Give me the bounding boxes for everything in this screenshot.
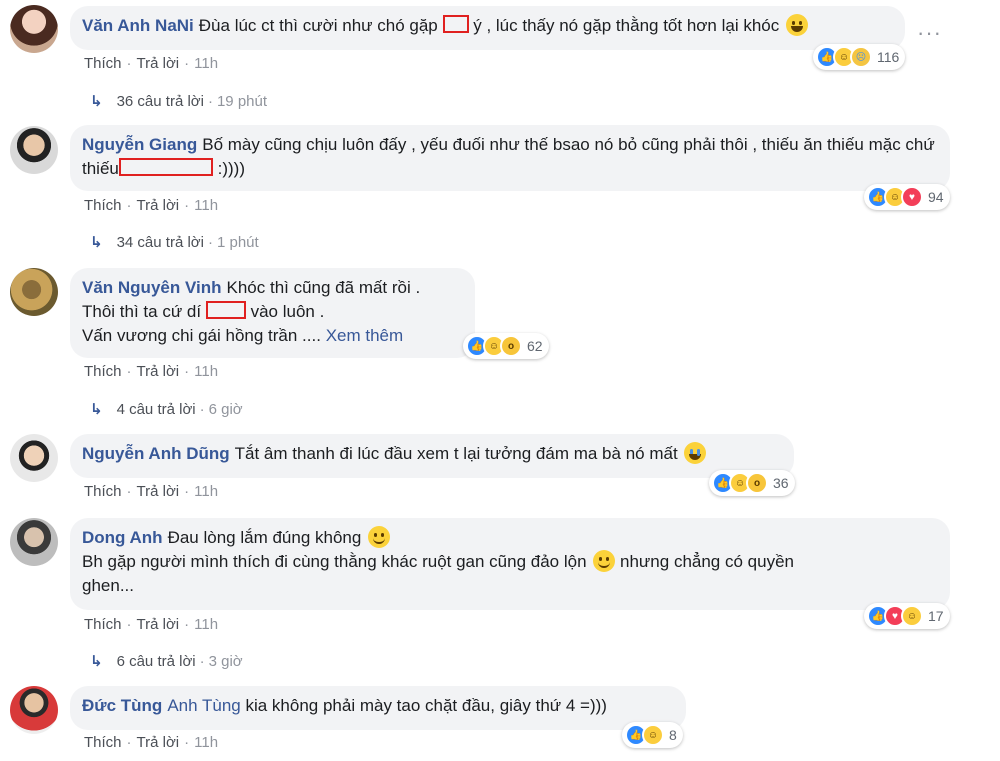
comment-text: Đùa lúc ct thì cười như chó gặp: [198, 16, 438, 35]
tagged-user[interactable]: Anh Tùng: [167, 696, 240, 715]
reply-arrow-icon: ↳: [90, 653, 103, 670]
replies-count[interactable]: 6 câu trả lời: [117, 653, 196, 670]
comment-text: kia không phải mày tao chặt đầu, giây th…: [245, 696, 607, 715]
comment-time[interactable]: 11h: [194, 616, 218, 633]
confused-emoji-icon: [593, 550, 616, 572]
wow-reaction-icon: o: [746, 472, 768, 494]
comment-text: ghen...: [82, 576, 134, 595]
comment-text: Vấn vương chi gái hồng trần ....: [82, 326, 321, 345]
reactions-summary[interactable]: 👍 ☺ o 36: [709, 470, 795, 496]
redacted-box: [118, 158, 213, 176]
more-dots-icon[interactable]: ···: [917, 20, 942, 46]
comment-actions: Thích · Trả lời · 11h: [84, 55, 219, 72]
comment-bubble: Văn Anh NaNi Đùa lúc ct thì cười như chó …: [70, 6, 905, 50]
comment-text: vào luôn .: [250, 302, 325, 321]
avatar[interactable]: [10, 268, 58, 316]
wow-reaction-icon: o: [500, 335, 522, 357]
comment-text: Đau lòng lắm đúng không: [167, 528, 362, 547]
crying-emoji-icon: [684, 442, 707, 464]
haha-reaction-icon: ☺: [642, 724, 664, 746]
comment-text: Khóc thì cũng đã mất rồi .: [226, 278, 421, 297]
author-name[interactable]: Văn Nguyên Vinh: [82, 278, 222, 297]
comment-actions: Thích · Trả lời · 11h: [84, 616, 219, 633]
avatar[interactable]: [10, 686, 58, 734]
view-replies-link[interactable]: ↳ 4 câu trả lời · 6 giờ: [90, 400, 243, 418]
comment-text: Tắt âm thanh đi lúc đầu xem t lại tưởng …: [234, 444, 678, 463]
reply-link[interactable]: Trả lời: [137, 363, 180, 380]
view-replies-link[interactable]: ↳ 6 câu trả lời · 3 giờ: [90, 652, 243, 670]
laughing-emoji-icon: [785, 14, 808, 36]
avatar[interactable]: [10, 126, 58, 174]
comment-actions: Thích · Trả lời · 11h: [84, 734, 219, 751]
avatar[interactable]: [10, 5, 58, 53]
replies-count[interactable]: 36 câu trả lời: [117, 93, 204, 110]
author-name[interactable]: Đức Tùng: [82, 696, 162, 715]
comment-bubble: Dong Anh Đau lòng lắm đúng không Bh gặp n…: [70, 518, 950, 610]
comment-bubble: Văn Nguyên Vinh Khóc thì cũng đã mất rồi …: [70, 268, 475, 358]
like-link[interactable]: Thích: [84, 363, 122, 380]
comment-text: ý , lúc thấy nó gặp thằng tốt hơn lại kh…: [473, 16, 780, 35]
comment-text: Bh gặp người mình thích đi cùng thằng kh…: [82, 552, 587, 571]
comment-text: :)))): [217, 159, 245, 178]
author-name[interactable]: Nguyễn Giang: [82, 135, 197, 154]
avatar[interactable]: [10, 434, 58, 482]
reaction-count: 116: [877, 49, 900, 65]
redacted-box: [205, 301, 246, 319]
reactions-summary[interactable]: 👍 ☺ 8: [622, 722, 683, 748]
replies-time: 3 giờ: [208, 653, 243, 670]
comment-time[interactable]: 11h: [194, 55, 218, 72]
smile-emoji-icon: [368, 526, 391, 548]
author-name[interactable]: Nguyễn Anh Dũng: [82, 444, 230, 463]
redacted-box: [442, 15, 469, 33]
like-link[interactable]: Thích: [84, 197, 122, 214]
reaction-count: 17: [928, 608, 944, 624]
comment-actions: Thích · Trả lời · 11h: [84, 483, 219, 500]
reaction-count: 8: [669, 727, 677, 743]
reply-link[interactable]: Trả lời: [137, 616, 180, 633]
comment-text: Thôi thì ta cứ dí: [82, 302, 202, 321]
reply-arrow-icon: ↳: [90, 234, 103, 251]
reply-link[interactable]: Trả lời: [137, 197, 180, 214]
replies-count[interactable]: 4 câu trả lời: [117, 401, 196, 418]
replies-time: 1 phút: [216, 234, 259, 251]
comment-time[interactable]: 11h: [194, 363, 218, 380]
comment-actions: Thích · Trả lời · 11h: [84, 197, 219, 214]
like-link[interactable]: Thích: [84, 734, 122, 751]
comment-time[interactable]: 11h: [194, 734, 218, 751]
reaction-count: 94: [928, 189, 944, 205]
comment-bubble: Nguyễn Giang Bố mày cũng chịu luôn đấy , …: [70, 125, 950, 191]
comment-bubble: Nguyễn Anh Dũng Tắt âm thanh đi lúc đầu x…: [70, 434, 794, 478]
like-link[interactable]: Thích: [84, 55, 122, 72]
replies-time: 19 phút: [216, 93, 268, 110]
like-link[interactable]: Thích: [84, 616, 122, 633]
author-name[interactable]: Dong Anh: [82, 528, 163, 547]
reply-link[interactable]: Trả lời: [137, 734, 180, 751]
reaction-count: 36: [773, 475, 789, 491]
reply-link[interactable]: Trả lời: [137, 55, 180, 72]
reaction-count: 62: [527, 338, 543, 354]
comment-time[interactable]: 11h: [194, 197, 218, 214]
like-link[interactable]: Thích: [84, 483, 122, 500]
comment-actions: Thích · Trả lời · 11h: [84, 363, 219, 380]
reactions-summary[interactable]: 👍 ☺ ☹ 116: [813, 44, 906, 70]
reply-arrow-icon: ↳: [90, 401, 103, 418]
see-more-link[interactable]: Xem thêm: [326, 326, 403, 345]
reply-link[interactable]: Trả lời: [137, 483, 180, 500]
comment-time[interactable]: 11h: [194, 483, 218, 500]
haha-reaction-icon: ☺: [901, 605, 923, 627]
view-replies-link[interactable]: ↳ 36 câu trả lời · 19 phút: [90, 92, 267, 110]
reactions-summary[interactable]: 👍 ♥ ☺ 17: [864, 603, 950, 629]
avatar[interactable]: [10, 518, 58, 566]
replies-count[interactable]: 34 câu trả lời: [117, 234, 204, 251]
view-replies-link[interactable]: ↳ 34 câu trả lời · 1 phút: [90, 233, 259, 251]
comment-text: nhưng chẳng có quyền: [620, 552, 794, 571]
comment-bubble: Đức Tùng Anh Tùng kia không phải mày tao …: [70, 686, 686, 730]
reactions-summary[interactable]: 👍 ☺ o 62: [463, 333, 549, 359]
love-reaction-icon: ♥: [901, 186, 923, 208]
replies-time: 6 giờ: [208, 401, 243, 418]
sad-reaction-icon: ☹: [850, 46, 872, 68]
reactions-summary[interactable]: 👍 ☺ ♥ 94: [864, 184, 950, 210]
reply-arrow-icon: ↳: [90, 93, 103, 110]
author-name[interactable]: Văn Anh NaNi: [82, 16, 194, 35]
